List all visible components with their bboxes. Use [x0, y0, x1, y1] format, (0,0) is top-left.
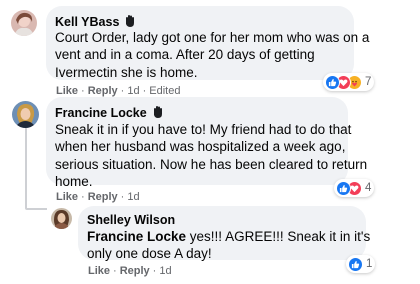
comment-line: when her husband was hospitalized a week… — [55, 139, 346, 155]
thread-line — [25, 128, 27, 208]
comment-line: Francine Locke yes!!! AGREE!!! Sneak it … — [87, 228, 370, 245]
separator: · — [81, 191, 85, 203]
comment-actions: Like · Reply · 1d — [56, 191, 140, 204]
comment-text-segment: yes!!! AGREE!!! Sneak it in it's — [186, 229, 371, 244]
avatar[interactable] — [12, 101, 39, 128]
comment-text: Francine Locke yes!!! AGREE!!! Sneak it … — [87, 228, 370, 263]
like-link[interactable]: Like — [56, 85, 78, 97]
like-reaction-icon — [325, 74, 340, 90]
reaction-summary[interactable]: 4 — [334, 179, 375, 197]
timestamp[interactable]: 1d — [127, 85, 139, 97]
comment-line: Court Order, lady got one for her mom wh… — [55, 30, 370, 45]
separator: · — [142, 85, 147, 97]
separator: · — [120, 85, 125, 97]
comment-line: home. — [55, 174, 93, 190]
author-name[interactable]: Shelley Wilson — [87, 213, 175, 227]
comment-line: Ivermectin she is home. — [55, 64, 198, 80]
comment-line: vent and in a coma. After 20 days of get… — [55, 47, 315, 63]
like-link[interactable]: Like — [88, 265, 110, 277]
comment-line: only one dose A day! — [87, 246, 212, 262]
comment-author[interactable]: Shelley Wilson — [87, 213, 175, 228]
separator: · — [81, 85, 85, 97]
reply-link[interactable]: Reply — [88, 191, 118, 203]
avatar[interactable] — [11, 10, 37, 36]
reaction-summary[interactable]: 7 — [323, 73, 375, 91]
thread-branch — [25, 208, 47, 210]
separator: · — [113, 265, 117, 277]
reply-link[interactable]: Reply — [88, 85, 118, 97]
timestamp[interactable]: 1d — [127, 191, 139, 203]
separator: · — [152, 265, 157, 277]
author-name[interactable]: Francine Locke — [55, 106, 147, 120]
comment-text: Sneak it in if you have to! My friend ha… — [55, 121, 367, 191]
reaction-summary[interactable]: 1 — [346, 255, 376, 273]
edited-label: Edited — [149, 85, 181, 97]
comment-line: Sneak it in if you have to! My friend ha… — [55, 122, 352, 137]
avatar[interactable] — [51, 208, 72, 229]
reaction-count: 4 — [365, 182, 372, 194]
mention-link[interactable]: Francine Locke — [87, 229, 186, 244]
like-link[interactable]: Like — [56, 191, 78, 203]
comment-text: Court Order, lady got one for her mom wh… — [55, 29, 369, 81]
author-name[interactable]: Kell YBass — [55, 15, 119, 29]
reaction-count: 7 — [365, 76, 372, 88]
reply-link[interactable]: Reply — [120, 265, 150, 277]
like-reaction-icon — [348, 256, 363, 272]
separator: · — [120, 191, 125, 203]
comment-actions: Like · Reply · 1d — [88, 265, 172, 278]
timestamp[interactable]: 1d — [159, 265, 171, 277]
comment-line: serious situation. Now he has been clear… — [55, 156, 368, 172]
like-reaction-icon — [336, 180, 351, 196]
reaction-count: 1 — [366, 258, 373, 270]
